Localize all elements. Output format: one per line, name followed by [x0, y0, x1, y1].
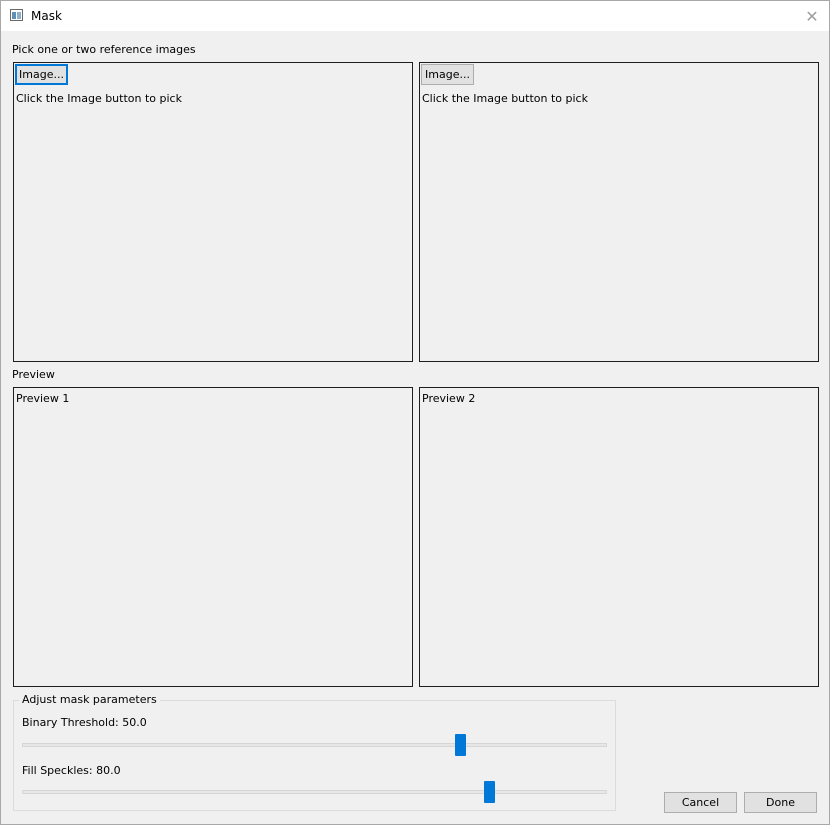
preview-panel-2: Preview 2: [419, 387, 819, 687]
preview-label-2: Preview 2: [422, 392, 476, 405]
reference-image-panel-1: Image... Click the Image button to pick: [13, 62, 413, 362]
app-window-icon: [10, 9, 23, 21]
mask-parameters-title: Adjust mask parameters: [19, 693, 160, 706]
reference-image-panel-2: Image... Click the Image button to pick: [419, 62, 819, 362]
binary-threshold-track[interactable]: [22, 743, 607, 747]
cancel-button[interactable]: Cancel: [664, 792, 737, 813]
reference-hint-2: Click the Image button to pick: [422, 92, 588, 105]
preview-panel-1: Preview 1: [13, 387, 413, 687]
title-bar: Mask ✕: [1, 1, 829, 31]
fill-speckles-track[interactable]: [22, 790, 607, 794]
reference-hint-1: Click the Image button to pick: [16, 92, 182, 105]
binary-threshold-label: Binary Threshold: 50.0: [22, 716, 147, 729]
pick-image-button-1[interactable]: Image...: [15, 64, 68, 85]
fill-speckles-slider-thumb[interactable]: [484, 781, 495, 803]
preview-section-label: Preview: [12, 368, 55, 381]
fill-speckles-label: Fill Speckles: 80.0: [22, 764, 121, 777]
pick-image-button-2[interactable]: Image...: [421, 64, 474, 85]
done-button[interactable]: Done: [744, 792, 817, 813]
close-icon: ✕: [805, 6, 819, 26]
binary-threshold-slider-thumb[interactable]: [455, 734, 466, 756]
window-title: Mask: [31, 9, 62, 23]
close-button[interactable]: ✕: [795, 1, 829, 31]
preview-label-1: Preview 1: [16, 392, 70, 405]
mask-dialog: Mask ✕ Pick one or two reference images …: [0, 0, 830, 825]
reference-section-label: Pick one or two reference images: [12, 43, 196, 56]
